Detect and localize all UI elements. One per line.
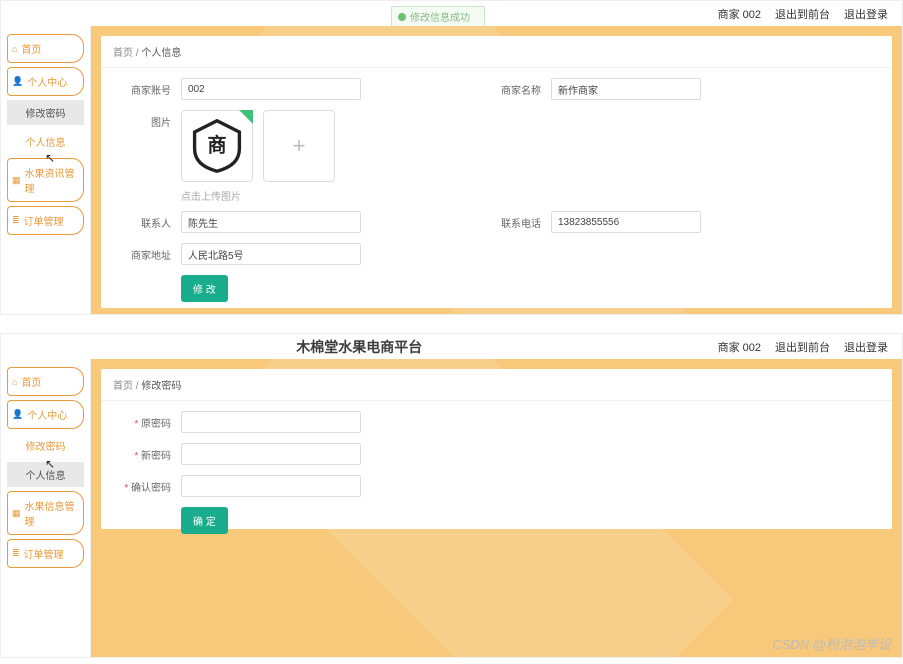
label-old-password: 原密码 [111,411,171,430]
label-confirm-password: 确认密码 [111,475,171,494]
nav-home[interactable]: ⌂首页 [7,367,84,396]
svg-text:商: 商 [207,134,226,157]
confirm-password-input[interactable] [181,475,361,497]
add-image-button[interactable]: + [263,110,335,182]
confirm-button[interactable]: 确 定 [181,507,228,534]
grid-icon: ▦ [12,175,21,186]
label-image: 图片 [111,110,171,129]
address-input[interactable] [181,243,361,265]
nav-user-center[interactable]: 👤个人中心 [7,67,84,96]
label-account: 商家账号 [111,78,171,97]
name-input[interactable] [551,78,701,100]
nav-order-manage[interactable]: ≣订单管理 [7,206,84,235]
breadcrumb: 首页 / 修改密码 [101,369,892,401]
nav-fruit-manage[interactable]: ▦水果信息管理 [7,491,84,535]
label-new-password: 新密码 [111,443,171,462]
breadcrumb-root[interactable]: 首页 [113,381,133,392]
contact-input[interactable] [181,211,361,233]
list-icon: ≣ [12,548,20,559]
user-icon: 👤 [12,409,23,420]
list-icon: ≣ [12,215,20,226]
subnav-profile[interactable]: 个人信息 [7,462,84,487]
watermark: CSDN @粉泡泡毕设 [772,634,891,653]
home-icon: ⌂ [12,377,17,387]
sidebar: ⌂首页 👤个人中心 修改密码 个人信息 ▦水果资讯管理 ≣订单管理 ↖ [1,26,91,314]
back-link[interactable]: 退出到前台 [775,6,830,22]
save-button[interactable]: 修 改 [181,275,228,302]
subnav-change-password[interactable]: 修改密码 [7,433,84,458]
nav-user-center[interactable]: 👤个人中心 [7,400,84,429]
old-password-input[interactable] [181,411,361,433]
label-name: 商家名称 [481,78,541,97]
phone-input[interactable] [551,211,701,233]
subnav-change-password[interactable]: 修改密码 [7,100,84,125]
user-badge: 商家 002 [718,339,761,355]
image-thumbnail[interactable]: 商 [181,110,253,182]
label-phone: 联系电话 [481,211,541,230]
subnav-profile[interactable]: 个人信息 [7,129,84,154]
breadcrumb-current: 个人信息 [141,48,181,59]
back-link[interactable]: 退出到前台 [775,339,830,355]
content-panel: 首页 / 个人信息 商家账号 商家名称 图片 [101,36,892,308]
account-input[interactable] [181,78,361,100]
content-panel: 首页 / 修改密码 原密码 新密码 确认密码 确 定 [101,369,892,529]
label-contact: 联系人 [111,211,171,230]
logout-link[interactable]: 退出登录 [844,6,888,22]
breadcrumb: 首页 / 个人信息 [101,36,892,68]
home-icon: ⌂ [12,44,17,54]
shop-logo-icon: 商 [189,118,245,174]
upload-tip: 点击上传图片 [181,188,882,203]
logout-link[interactable]: 退出登录 [844,339,888,355]
breadcrumb-current: 修改密码 [141,381,181,392]
new-password-input[interactable] [181,443,361,465]
nav-fruit-manage[interactable]: ▦水果资讯管理 [7,158,84,202]
check-corner-icon [239,110,253,124]
grid-icon: ▦ [12,508,21,519]
nav-home[interactable]: ⌂首页 [7,34,84,63]
nav-order-manage[interactable]: ≣订单管理 [7,539,84,568]
breadcrumb-root[interactable]: 首页 [113,48,133,59]
user-badge: 商家 002 [718,6,761,22]
user-icon: 👤 [12,76,23,87]
label-address: 商家地址 [111,243,171,262]
sidebar: ⌂首页 👤个人中心 修改密码 个人信息 ▦水果信息管理 ≣订单管理 ↖ [1,359,91,657]
